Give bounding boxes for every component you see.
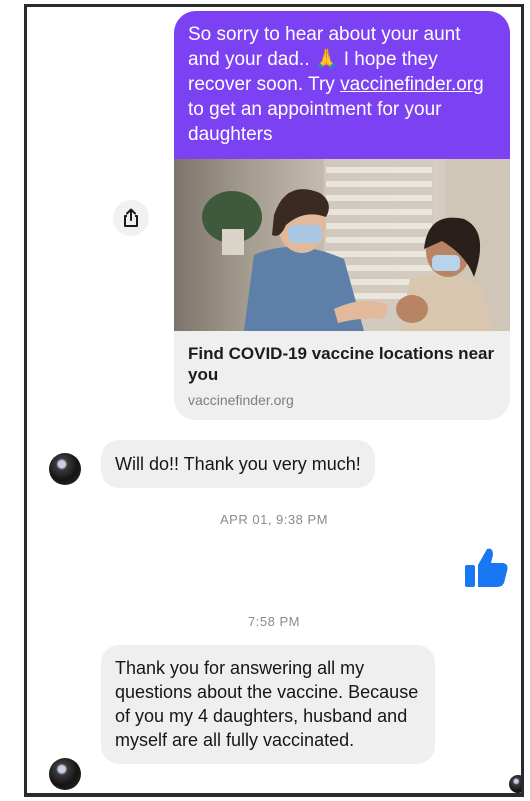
contact-avatar[interactable] <box>49 758 81 790</box>
sent-message-text-after: to get an appointment for your daughters <box>188 99 442 145</box>
thumbs-up-icon <box>465 548 508 587</box>
share-button[interactable] <box>113 200 149 236</box>
like-reaction[interactable] <box>463 545 509 591</box>
sent-message-bubble[interactable]: So sorry to hear about your aunt and you… <box>174 11 510 420</box>
share-icon <box>124 208 138 227</box>
timestamp: APR 01, 9:38 PM <box>220 512 328 527</box>
link-preview-card[interactable]: Find COVID-19 vaccine locations near you… <box>174 331 510 420</box>
link-preview-domain: vaccinefinder.org <box>188 392 294 408</box>
sent-message-text: So sorry to hear about your aunt and you… <box>174 11 510 159</box>
received-message-bubble[interactable]: Will do!! Thank you very much! <box>101 440 375 488</box>
seen-avatar <box>509 775 521 793</box>
link-preview-title: Find COVID-19 vaccine locations near you <box>188 344 495 384</box>
received-message-bubble[interactable]: Thank you for answering all my questions… <box>101 645 435 764</box>
vaccination-photo <box>202 159 510 331</box>
link-preview-image[interactable] <box>174 159 510 331</box>
contact-avatar[interactable] <box>49 453 81 485</box>
timestamp: 7:58 PM <box>248 614 300 629</box>
received-message-text: Thank you for answering all my questions… <box>115 658 419 750</box>
vaccinefinder-link[interactable]: vaccinefinder.org <box>340 74 484 95</box>
chat-frame: So sorry to hear about your aunt and you… <box>24 4 524 797</box>
received-message-text: Will do!! Thank you very much! <box>115 454 361 474</box>
